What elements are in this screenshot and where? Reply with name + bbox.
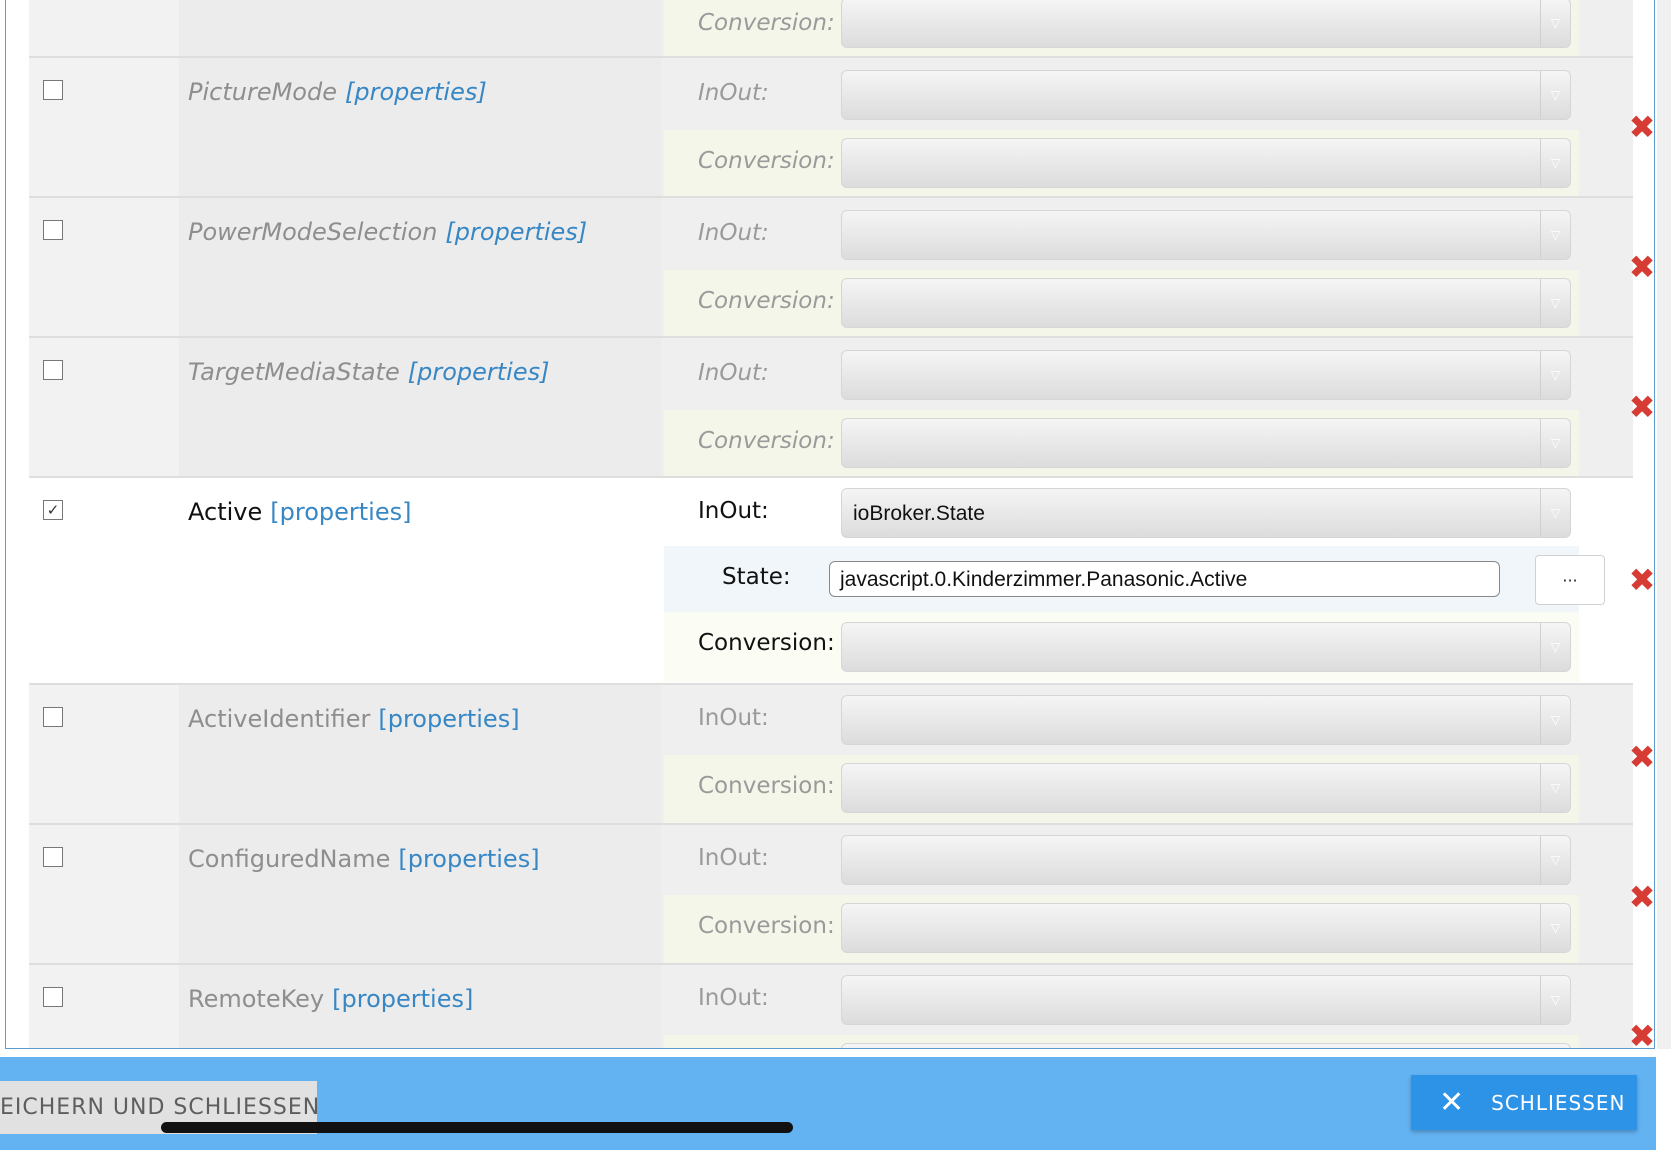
inout-select[interactable]: ▽ xyxy=(841,975,1571,1025)
chevron-down-icon: ▽ xyxy=(1540,764,1570,812)
inout-select[interactable]: ▽ xyxy=(841,835,1571,885)
properties-link[interactable]: [properties] xyxy=(345,78,487,106)
close-button-label: SCHLIESSEN xyxy=(1491,1090,1626,1115)
check-cell xyxy=(29,685,179,823)
conversion-select[interactable]: ▽ xyxy=(841,278,1571,328)
delete-row-icon[interactable]: ✖ xyxy=(1627,741,1654,773)
inout-label: InOut: xyxy=(698,498,769,524)
table-row-powermodeselection: PowerModeSelection [properties] InOut: ▽ … xyxy=(29,198,1654,338)
conversion-select[interactable] xyxy=(841,1043,1571,1048)
check-cell xyxy=(29,825,179,963)
conversion-select[interactable]: ▽ xyxy=(841,138,1571,188)
conversion-select[interactable]: ▽ xyxy=(841,903,1571,953)
row-checkbox[interactable] xyxy=(43,360,63,380)
inout-label: InOut: xyxy=(698,705,769,731)
chevron-down-icon: ▽ xyxy=(1540,976,1570,1024)
table-row-active: ✓ Active [properties] InOut: ioBroker.Sta… xyxy=(29,478,1654,685)
check-cell xyxy=(29,965,179,1048)
properties-link[interactable]: [properties] xyxy=(445,218,587,246)
row-checkbox[interactable] xyxy=(43,80,63,100)
table-row-activeidentifier: ActiveIdentifier [properties] InOut: ▽ Co… xyxy=(29,685,1654,825)
characteristic-name: TargetMediaState [properties] xyxy=(188,358,550,386)
characteristic-name: Active [properties] xyxy=(188,498,412,526)
close-icon: ✕ xyxy=(1439,1084,1466,1120)
chevron-down-icon: ▽ xyxy=(1540,696,1570,744)
checkmark-icon: ✓ xyxy=(46,500,60,519)
table-row-remotekey: RemoteKey [properties] InOut: ▽ ✖ xyxy=(29,965,1654,1048)
conversion-label: Conversion: xyxy=(698,773,835,799)
check-cell xyxy=(29,338,179,476)
delete-row-icon[interactable]: ✖ xyxy=(1627,881,1654,913)
inout-select[interactable]: ▽ xyxy=(841,210,1571,260)
chevron-down-icon: ▽ xyxy=(1540,904,1570,952)
characteristic-name: ConfiguredName [properties] xyxy=(188,845,540,873)
inout-select[interactable]: ▽ xyxy=(841,695,1571,745)
delete-row-icon[interactable]: ✖ xyxy=(1627,1020,1654,1048)
chevron-down-icon: ▽ xyxy=(1540,0,1570,47)
inout-label: InOut: xyxy=(698,360,769,386)
chevron-down-icon: ▽ xyxy=(1540,419,1570,467)
check-cell xyxy=(29,58,179,196)
name-cell xyxy=(179,0,661,56)
properties-link[interactable]: [properties] xyxy=(398,845,539,873)
browse-state-button[interactable]: ··· xyxy=(1535,555,1605,605)
conversion-select[interactable]: ▽ xyxy=(841,0,1571,48)
properties-link[interactable]: [properties] xyxy=(332,985,473,1013)
inout-select[interactable]: ▽ xyxy=(841,70,1571,120)
row-checkbox[interactable] xyxy=(43,987,63,1007)
row-checkbox[interactable] xyxy=(43,220,63,240)
table-row-targetmediastate: TargetMediaState [properties] InOut: ▽ Co… xyxy=(29,338,1654,478)
home-indicator xyxy=(161,1122,793,1133)
conversion-label: Conversion: xyxy=(698,10,835,36)
row-checkbox[interactable] xyxy=(43,707,63,727)
inout-label: InOut: xyxy=(698,845,769,871)
conversion-label: Conversion: xyxy=(698,288,835,314)
state-id-input[interactable]: javascript.0.Kinderzimmer.Panasonic.Acti… xyxy=(829,561,1500,597)
characteristics-table: Conversion: ▽ PictureMode [properties] In… xyxy=(29,0,1654,1048)
chevron-down-icon: ▽ xyxy=(1540,351,1570,399)
characteristics-panel: Conversion: ▽ PictureMode [properties] In… xyxy=(5,0,1655,1049)
inout-label: InOut: xyxy=(698,985,769,1011)
inout-label: InOut: xyxy=(698,220,769,246)
characteristic-name: PowerModeSelection [properties] xyxy=(188,218,588,246)
scrollbar[interactable] xyxy=(1657,0,1671,1049)
conversion-select[interactable]: ▽ xyxy=(841,763,1571,813)
chevron-down-icon: ▽ xyxy=(1540,211,1570,259)
properties-link[interactable]: [properties] xyxy=(378,705,519,733)
inout-select[interactable]: ▽ xyxy=(841,350,1571,400)
conversion-select[interactable]: ▽ xyxy=(841,622,1571,672)
conversion-select[interactable]: ▽ xyxy=(841,418,1571,468)
delete-row-icon[interactable]: ✖ xyxy=(1627,391,1654,423)
close-button[interactable]: ✕ SCHLIESSEN xyxy=(1411,1075,1637,1130)
inout-selected-value: ioBroker.State xyxy=(853,502,985,525)
characteristic-name: RemoteKey [properties] xyxy=(188,985,474,1013)
conversion-label: Conversion: xyxy=(698,148,835,174)
state-label: State: xyxy=(722,564,791,590)
characteristic-name: ActiveIdentifier [properties] xyxy=(188,705,520,733)
characteristic-name: PictureMode [properties] xyxy=(188,78,487,106)
check-cell xyxy=(29,0,179,56)
chevron-down-icon: ▽ xyxy=(1540,623,1570,671)
inout-select[interactable]: ioBroker.State ▽ xyxy=(841,488,1571,538)
delete-row-icon[interactable]: ✖ xyxy=(1627,251,1654,283)
properties-link[interactable]: [properties] xyxy=(408,358,550,386)
row-checkbox[interactable] xyxy=(43,847,63,867)
conversion-label: Conversion: xyxy=(698,913,835,939)
conversion-label: Conversion: xyxy=(698,630,835,656)
row-checkbox-checked[interactable]: ✓ xyxy=(43,500,63,520)
chevron-down-icon: ▽ xyxy=(1540,836,1570,884)
table-row-picturemode: PictureMode [properties] InOut: ▽ Convers… xyxy=(29,58,1654,198)
chevron-down-icon: ▽ xyxy=(1540,489,1570,537)
conversion-label: Conversion: xyxy=(698,428,835,454)
chevron-down-icon: ▽ xyxy=(1540,279,1570,327)
delete-row-icon[interactable]: ✖ xyxy=(1627,564,1654,596)
table-row-configuredname: ConfiguredName [properties] InOut: ▽ Conv… xyxy=(29,825,1654,965)
inout-label: InOut: xyxy=(698,80,769,106)
delete-row-icon[interactable]: ✖ xyxy=(1627,111,1654,143)
chevron-down-icon: ▽ xyxy=(1540,71,1570,119)
table-row-partial-top: Conversion: ▽ xyxy=(29,0,1633,58)
chevron-down-icon: ▽ xyxy=(1540,139,1570,187)
properties-link[interactable]: [properties] xyxy=(270,498,411,526)
check-cell xyxy=(29,198,179,336)
